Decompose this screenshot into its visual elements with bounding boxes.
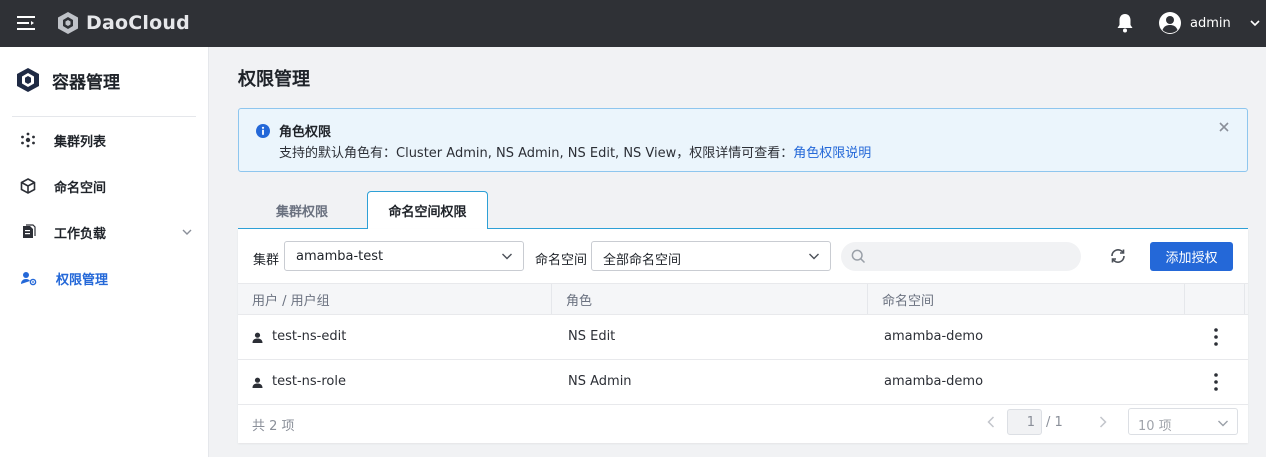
top-bar: DaoCloud admin	[0, 0, 1266, 47]
container-management-icon	[17, 68, 39, 92]
tab-cluster-permissions[interactable]: 集群权限	[238, 191, 366, 229]
cell-user: test-ns-edit	[272, 329, 347, 344]
role-docs-link[interactable]: 角色权限说明	[793, 146, 871, 161]
cluster-icon	[21, 132, 35, 148]
namespace-filter-label: 命名空间	[535, 253, 588, 268]
column-header-user[interactable]: 用户 / 用户组	[238, 284, 552, 314]
total-count: 共 2 项	[252, 419, 295, 434]
page-number-input[interactable]: 1	[1007, 409, 1042, 435]
cluster-select[interactable]: amamba-test	[284, 241, 524, 271]
table-header: 用户 / 用户组 角色 命名空间	[238, 283, 1248, 315]
refresh-icon[interactable]	[1109, 247, 1127, 265]
cell-namespace: amamba-demo	[884, 329, 984, 344]
namespace-select[interactable]: 全部命名空间	[591, 241, 831, 271]
permissions-card: 集群 amamba-test 命名空间 全部命名空间 添加授权 用户 / 用户组…	[238, 229, 1248, 443]
search-icon	[851, 249, 866, 264]
permission-tabs: 集群权限 命名空间权限	[238, 191, 1248, 230]
workload-icon	[23, 224, 36, 238]
close-icon[interactable]	[1218, 121, 1230, 133]
page-size-value: 10 项	[1138, 419, 1172, 434]
column-header-role[interactable]: 角色	[552, 284, 868, 314]
sidebar-item-clusters[interactable]: 集群列表	[0, 117, 209, 163]
notification-bell-icon[interactable]	[1114, 12, 1136, 34]
column-header-actions	[1185, 284, 1245, 314]
sidebar-item-namespaces[interactable]: 命名空间	[0, 163, 209, 209]
add-authorization-button[interactable]: 添加授权	[1150, 242, 1233, 271]
brand-logo[interactable]: DaoCloud	[56, 10, 190, 36]
sidebar-item-label: 命名空间	[54, 180, 107, 196]
sidebar-item-workloads[interactable]: 工作负载	[0, 209, 209, 255]
more-actions-icon[interactable]	[1212, 327, 1220, 347]
table-row: test-ns-role NS Admin amamba-demo	[238, 360, 1248, 405]
column-header-namespace[interactable]: 命名空间	[868, 284, 1185, 314]
sidebar-title: 容器管理	[52, 72, 120, 93]
tab-namespace-permissions[interactable]: 命名空间权限	[367, 191, 488, 230]
cell-user: test-ns-role	[272, 374, 346, 389]
username: admin	[1190, 15, 1231, 31]
sidebar: 容器管理 集群列表 命名空间 工作负载 权限管理	[0, 47, 209, 457]
sidebar-item-label: 集群列表	[54, 134, 107, 150]
chevron-down-icon	[1250, 20, 1260, 27]
page-title: 权限管理	[238, 69, 310, 90]
daocloud-logo-icon	[58, 12, 78, 34]
main-content: 权限管理 角色权限 支持的默认角色有：Cluster Admin, NS Adm…	[210, 47, 1266, 457]
alert-body: 支持的默认角色有：Cluster Admin, NS Admin, NS Edi…	[279, 142, 871, 161]
user-menu[interactable]: admin	[1158, 10, 1261, 36]
alert-title: 角色权限	[279, 125, 332, 140]
chevron-right-icon[interactable]	[1098, 415, 1108, 429]
user-permission-icon	[21, 272, 37, 286]
search-input[interactable]	[873, 246, 1073, 267]
cell-role: NS Edit	[568, 329, 616, 344]
sidebar-item-label: 工作负载	[54, 226, 107, 242]
chevron-down-icon	[502, 253, 512, 260]
user-icon	[252, 377, 263, 388]
sidebar-item-permissions[interactable]: 权限管理	[0, 255, 209, 301]
table-row: test-ns-edit NS Edit amamba-demo	[238, 315, 1248, 360]
chevron-left-icon[interactable]	[986, 415, 996, 429]
cluster-filter-label: 集群	[253, 253, 280, 268]
sidebar-item-label: 权限管理	[56, 272, 109, 288]
search-box	[841, 242, 1081, 271]
more-actions-icon[interactable]	[1212, 372, 1220, 392]
chevron-down-icon	[1218, 420, 1228, 427]
chevron-down-icon	[182, 229, 192, 235]
cell-role: NS Admin	[568, 374, 632, 389]
cell-namespace: amamba-demo	[884, 374, 984, 389]
info-icon	[256, 124, 270, 138]
sidebar-header: 容器管理	[16, 67, 120, 93]
sidebar-nav: 集群列表 命名空间 工作负载 权限管理	[0, 117, 209, 301]
total-pages: / 1	[1046, 415, 1063, 430]
cube-icon	[20, 178, 36, 194]
namespace-select-value: 全部命名空间	[603, 253, 682, 268]
brand-name: DaoCloud	[86, 12, 190, 34]
chevron-down-icon	[809, 253, 819, 260]
user-icon	[252, 332, 263, 343]
account-circle-icon	[1159, 12, 1181, 34]
page-size-select[interactable]: 10 项	[1128, 408, 1238, 435]
alert-text: 支持的默认角色有：Cluster Admin, NS Admin, NS Edi…	[279, 146, 794, 161]
cluster-select-value: amamba-test	[296, 249, 384, 264]
menu-icon[interactable]	[16, 13, 36, 33]
info-alert: 角色权限 支持的默认角色有：Cluster Admin, NS Admin, N…	[238, 108, 1248, 172]
